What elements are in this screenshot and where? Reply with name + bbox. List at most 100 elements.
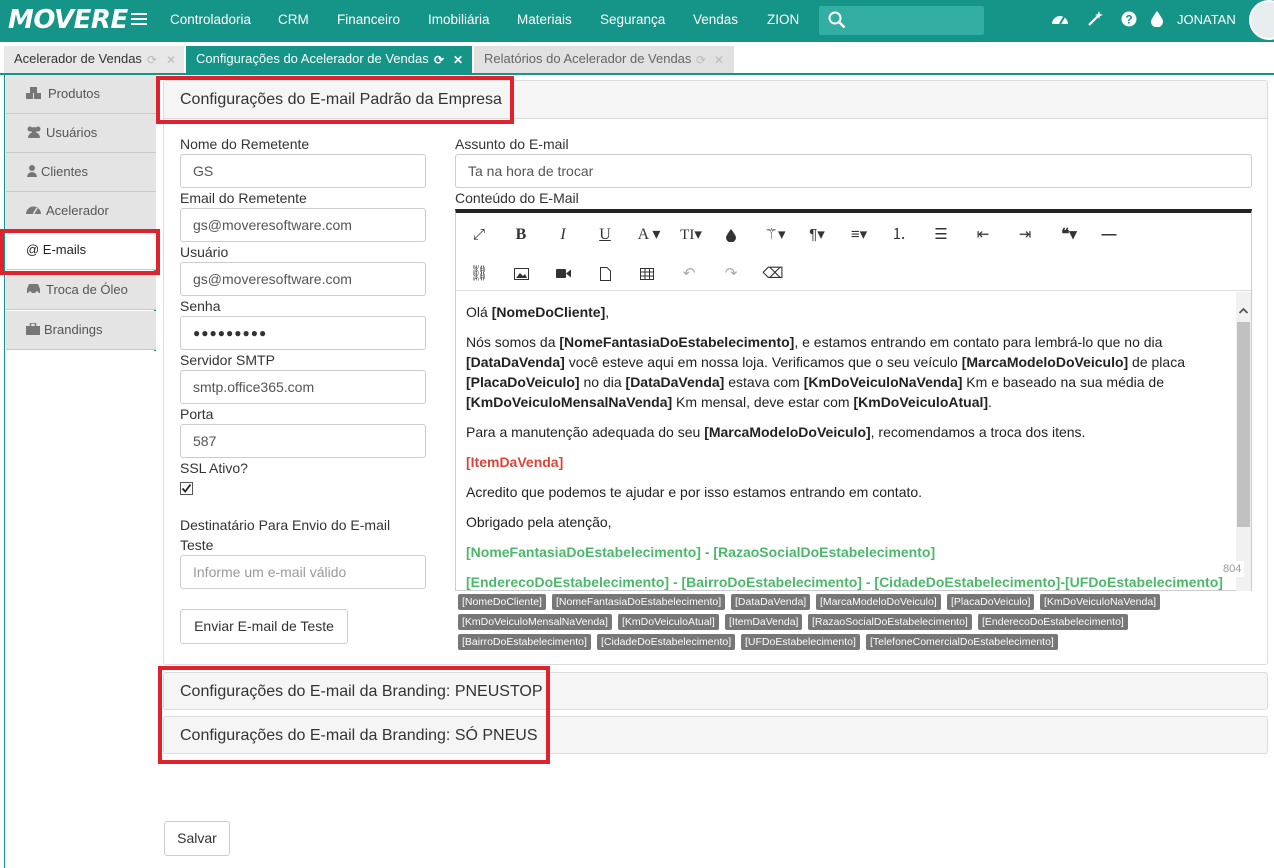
placeholder-tag[interactable]: [BairroDoEstabelecimento] bbox=[458, 634, 591, 650]
scroll-up-icon[interactable] bbox=[1236, 304, 1251, 318]
nav-zion[interactable]: ZION bbox=[767, 0, 799, 42]
sidebar-item-troca-de-oleo[interactable]: Troca de Óleo bbox=[6, 271, 156, 310]
avatar[interactable] bbox=[1249, 0, 1274, 40]
close-icon[interactable]: ✕ bbox=[166, 47, 176, 73]
font-family-icon[interactable]: A ▾ bbox=[632, 223, 666, 247]
sidebar-item-label: Clientes bbox=[41, 164, 88, 179]
briefcase-icon bbox=[26, 323, 40, 335]
nav-seguranca[interactable]: Segurança bbox=[600, 0, 665, 42]
content-greeting: Olá [NomeDoCliente], bbox=[466, 304, 610, 320]
align-icon[interactable]: ≡▾ bbox=[842, 223, 876, 247]
subject-field[interactable]: Ta na hora de trocar bbox=[455, 154, 1252, 188]
hamburger-menu-icon[interactable] bbox=[131, 10, 147, 30]
editor-scrollbar[interactable] bbox=[1236, 292, 1251, 591]
user-name[interactable]: JONATAN bbox=[1177, 0, 1236, 40]
indent-icon[interactable]: ⇥ bbox=[1010, 223, 1040, 247]
search-input[interactable] bbox=[819, 6, 984, 35]
outdent-icon[interactable]: ⇤ bbox=[968, 223, 998, 247]
subject-label: Assunto do E-mail bbox=[455, 136, 569, 152]
tab-relatorios[interactable]: Relatórios do Acelerador de Vendas ⟳ ✕ bbox=[474, 46, 734, 74]
table-icon[interactable] bbox=[632, 262, 662, 286]
horizontal-rule-icon[interactable]: — bbox=[1094, 223, 1124, 247]
font-size-icon[interactable]: TI▾ bbox=[674, 223, 708, 247]
password-field[interactable]: ●●●●●●●●● bbox=[180, 316, 426, 350]
placeholder-tag[interactable]: [KmDoVeiculoNaVenda] bbox=[1040, 594, 1161, 610]
magic-style-icon[interactable]: ⚚▾ bbox=[758, 223, 792, 247]
placeholder-tag[interactable]: [KmDoVeiculoMensalNaVenda] bbox=[458, 614, 612, 630]
file-icon[interactable] bbox=[590, 262, 620, 286]
color-drop-icon[interactable] bbox=[716, 223, 746, 247]
sidebar-item-clientes[interactable]: Clientes bbox=[6, 153, 156, 192]
nav-financeiro[interactable]: Financeiro bbox=[337, 0, 400, 42]
bold-icon[interactable]: B bbox=[506, 223, 536, 247]
email-content-editor[interactable]: ⤢ B I U A ▾ TI▾ ⚚▾ ¶▾ ≡▾ ⒈ ☰ ⇤ ⇥ ❝▾ — ⛓ … bbox=[455, 209, 1252, 591]
undo-icon[interactable]: ↶ bbox=[674, 262, 704, 286]
content-variable: [KmDoVeiculoAtual] bbox=[853, 394, 989, 410]
sidebar-item-usuarios[interactable]: Usuários bbox=[6, 114, 156, 153]
redo-icon[interactable]: ↷ bbox=[716, 262, 746, 286]
eraser-icon[interactable]: ⌫ bbox=[758, 262, 788, 286]
movere-logo[interactable]: MOVERE bbox=[8, 5, 128, 35]
drop-icon[interactable] bbox=[1151, 11, 1163, 27]
placeholder-tag[interactable]: [UFDoEstabelecimento] bbox=[741, 634, 860, 650]
port-label: Porta bbox=[180, 406, 214, 422]
placeholder-tag[interactable]: [MarcaModeloDoVeiculo] bbox=[816, 594, 941, 610]
sender-email-field[interactable]: gs@moveresoftware.com bbox=[180, 208, 426, 242]
tab-acelerador-de-vendas[interactable]: Acelerador de Vendas ⟳ ✕ bbox=[4, 46, 184, 74]
close-icon[interactable]: ✕ bbox=[714, 47, 724, 73]
placeholder-tag[interactable]: [NomeFantasiaDoEstabelecimento] bbox=[552, 594, 726, 610]
placeholder-tag[interactable]: [EnderecoDoEstabelecimento] bbox=[978, 614, 1128, 630]
placeholder-tag[interactable]: [ItemDaVenda] bbox=[725, 614, 803, 630]
content-signature-name: [NomeFantasiaDoEstabelecimento] - [Razao… bbox=[466, 544, 936, 560]
close-icon[interactable]: ✕ bbox=[453, 47, 463, 73]
smtp-field[interactable]: smtp.office365.com bbox=[180, 370, 426, 404]
unordered-list-icon[interactable]: ☰ bbox=[926, 223, 956, 247]
send-test-email-button[interactable]: Enviar E-mail de Teste bbox=[180, 609, 348, 644]
nav-crm[interactable]: CRM bbox=[278, 0, 309, 42]
refresh-icon[interactable]: ⟳ bbox=[147, 47, 157, 73]
sidebar-item-acelerador[interactable]: Acelerador bbox=[6, 192, 156, 231]
quote-icon[interactable]: ❝▾ bbox=[1052, 223, 1086, 247]
help-icon[interactable]: ? bbox=[1121, 11, 1137, 27]
placeholder-tag[interactable]: [DataDaVenda] bbox=[731, 594, 811, 610]
image-icon[interactable] bbox=[506, 262, 536, 286]
refresh-icon[interactable]: ⟳ bbox=[696, 47, 706, 73]
content-variable: [DataDaVenda] bbox=[466, 354, 565, 370]
sidebar-item-brandings[interactable]: Brandings bbox=[6, 311, 156, 350]
placeholder-tag[interactable]: [PlacaDoVeiculo] bbox=[947, 594, 1035, 610]
video-icon[interactable] bbox=[548, 262, 578, 286]
nav-vendas[interactable]: Vendas bbox=[693, 0, 738, 42]
dashboard-icon[interactable] bbox=[1051, 11, 1069, 27]
test-recipient-field[interactable]: Informe um e-mail válido bbox=[180, 555, 426, 589]
fullscreen-icon[interactable]: ⤢ bbox=[464, 223, 494, 247]
placeholder-tag[interactable]: [RazaoSocialDoEstabelecimento] bbox=[808, 614, 972, 630]
italic-icon[interactable]: I bbox=[548, 223, 578, 247]
content-variable: [MarcaModeloDoVeiculo] bbox=[961, 354, 1129, 370]
placeholder-tag[interactable]: [NomeDoCliente] bbox=[458, 594, 546, 610]
tab-configuracoes[interactable]: Configurações do Acelerador de Vendas ⟳ … bbox=[186, 46, 472, 74]
nav-controladoria[interactable]: Controladoria bbox=[170, 0, 251, 42]
scroll-thumb[interactable] bbox=[1237, 322, 1250, 527]
port-field[interactable]: 587 bbox=[180, 424, 426, 458]
ordered-list-icon[interactable]: ⒈ bbox=[884, 223, 914, 247]
refresh-icon[interactable]: ⟳ bbox=[434, 47, 444, 73]
underline-icon[interactable]: U bbox=[590, 223, 620, 247]
user-field[interactable]: gs@moveresoftware.com bbox=[180, 262, 426, 296]
save-button[interactable]: Salvar bbox=[164, 821, 230, 856]
placeholder-tag[interactable]: [KmDoVeiculoAtual] bbox=[618, 614, 719, 630]
ssl-checkbox[interactable] bbox=[180, 482, 193, 495]
placeholder-tag[interactable]: [TelefoneComercialDoEstabelecimento] bbox=[866, 634, 1058, 650]
sender-name-field[interactable]: GS bbox=[180, 154, 426, 188]
tab-label: Configurações do Acelerador de Vendas bbox=[196, 51, 429, 66]
nav-materiais[interactable]: Materiais bbox=[517, 0, 572, 42]
sidebar-item-produtos[interactable]: Produtos bbox=[6, 75, 156, 114]
users-icon bbox=[26, 126, 42, 138]
magic-wand-icon[interactable] bbox=[1087, 11, 1103, 27]
placeholder-tag[interactable]: [CidadeDoEstabelecimento] bbox=[597, 634, 736, 650]
nav-imobiliaria[interactable]: Imobiliária bbox=[428, 0, 490, 42]
editor-content[interactable]: Olá [NomeDoCliente], Nós somos da [NomeF… bbox=[456, 292, 1236, 591]
sender-email-label: Email do Remetente bbox=[180, 190, 307, 206]
paragraph-icon[interactable]: ¶▾ bbox=[800, 223, 834, 247]
link-icon[interactable]: ⛓ bbox=[464, 262, 494, 286]
content-help: Acredito que podemos te ajudar e por iss… bbox=[466, 484, 923, 500]
